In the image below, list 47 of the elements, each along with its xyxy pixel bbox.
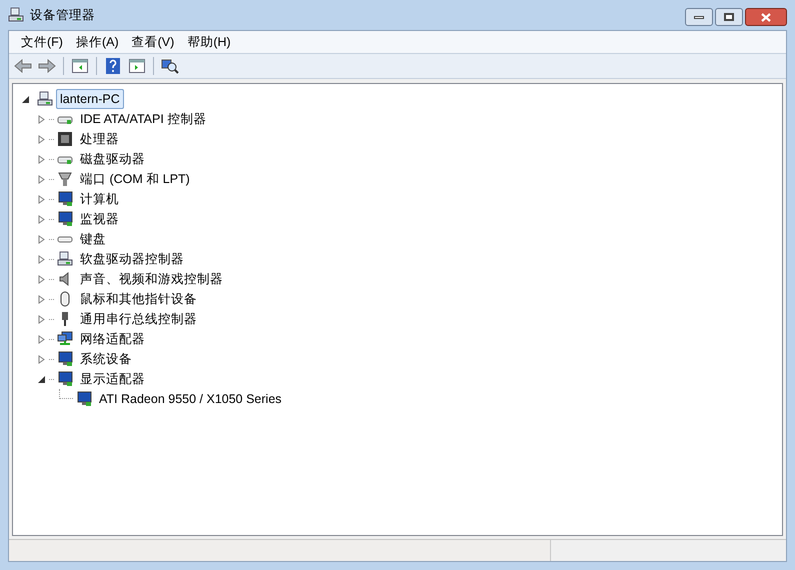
expander-icon[interactable] [37,374,46,384]
forward-arrow-icon [38,59,56,73]
network-icon [57,331,73,347]
tree-item[interactable]: 系统设备 [76,349,136,369]
tree-item[interactable]: 处理器 [76,129,123,149]
menu-item[interactable]: 文件(F) [15,32,69,52]
app-icon [8,7,24,23]
tree-item[interactable]: 磁盘驱动器 [76,149,149,169]
tree-item[interactable]: 通用串行总线控制器 [76,309,201,329]
console-tree-button[interactable] [69,56,91,76]
minimize-button[interactable] [685,8,713,26]
port-icon [57,171,73,187]
tree-item[interactable]: 键盘 [76,229,110,249]
computer-icon [57,191,73,207]
tree-item[interactable]: 软盘驱动器控制器 [76,249,188,269]
panel-icon [129,59,145,73]
tree-item[interactable]: ATI Radeon 9550 / X1050 Series [95,389,286,409]
close-icon [761,12,771,22]
tree-item[interactable]: 网络适配器 [76,329,149,349]
tree-item[interactable]: 监视器 [76,209,123,229]
computer-icon [57,351,73,367]
tree-item[interactable]: lantern-PC [56,89,124,109]
tree-item[interactable]: 鼠标和其他指针设备 [76,289,201,309]
menu-item[interactable]: 操作(A) [70,32,125,52]
action-pane-button[interactable] [126,56,148,76]
monitor-icon [57,211,73,227]
tree-item[interactable]: 声音、视频和游戏控制器 [76,269,227,289]
panel-icon [72,59,88,73]
tree-item[interactable]: 显示适配器 [76,369,149,389]
maximize-button[interactable] [715,8,743,26]
window-title: 设备管理器 [30,6,95,24]
chip-icon [57,131,73,147]
menu-item[interactable]: 帮助(H) [181,32,237,52]
forward-button[interactable] [36,56,58,76]
tree-item[interactable]: IDE ATA/ATAPI 控制器 [76,109,210,129]
menu-item[interactable]: 查看(V) [126,32,180,52]
back-button[interactable] [12,56,34,76]
help-icon [106,58,120,74]
tree-item[interactable]: 计算机 [76,189,123,209]
computer-icon [37,91,53,107]
back-arrow-icon [14,59,32,73]
monitor-magnifier-icon [161,58,179,74]
expander-icon[interactable] [21,94,30,104]
display-card-icon [76,391,92,407]
tree-item[interactable]: 端口 (COM 和 LPT) [76,169,194,189]
close-button[interactable] [745,8,787,26]
monitor-icon [57,371,73,387]
